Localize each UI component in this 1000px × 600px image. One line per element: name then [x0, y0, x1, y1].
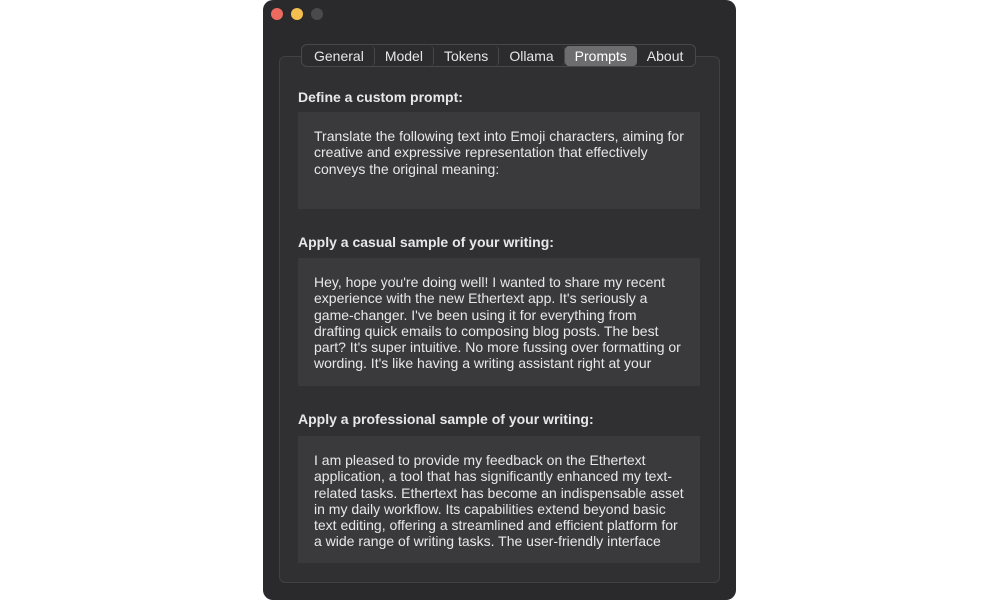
- tab-about[interactable]: About: [637, 46, 694, 66]
- close-window-button[interactable]: [271, 8, 283, 20]
- tab-general[interactable]: General: [304, 45, 375, 66]
- title-bar: [263, 0, 736, 30]
- zoom-window-button[interactable]: [311, 8, 323, 20]
- tab-ollama[interactable]: Ollama: [499, 45, 565, 66]
- tab-prompts[interactable]: Prompts: [564, 45, 637, 66]
- casual-sample-textarea[interactable]: Hey, hope you're doing well! I wanted to…: [298, 258, 700, 386]
- custom-prompt-textarea[interactable]: Translate the following text into Emoji …: [298, 112, 700, 209]
- preferences-window: General Model Tokens Ollama Prompts Abou…: [263, 0, 736, 600]
- minimize-window-button[interactable]: [291, 8, 303, 20]
- custom-prompt-label: Define a custom prompt:: [298, 89, 463, 105]
- professional-sample-label: Apply a professional sample of your writ…: [298, 411, 594, 427]
- tab-model[interactable]: Model: [375, 45, 434, 66]
- casual-sample-label: Apply a casual sample of your writing:: [298, 234, 554, 250]
- professional-sample-textarea[interactable]: I am pleased to provide my feedback on t…: [298, 436, 700, 563]
- tab-bar: General Model Tokens Ollama Prompts Abou…: [301, 44, 697, 67]
- tab-tokens[interactable]: Tokens: [434, 45, 500, 66]
